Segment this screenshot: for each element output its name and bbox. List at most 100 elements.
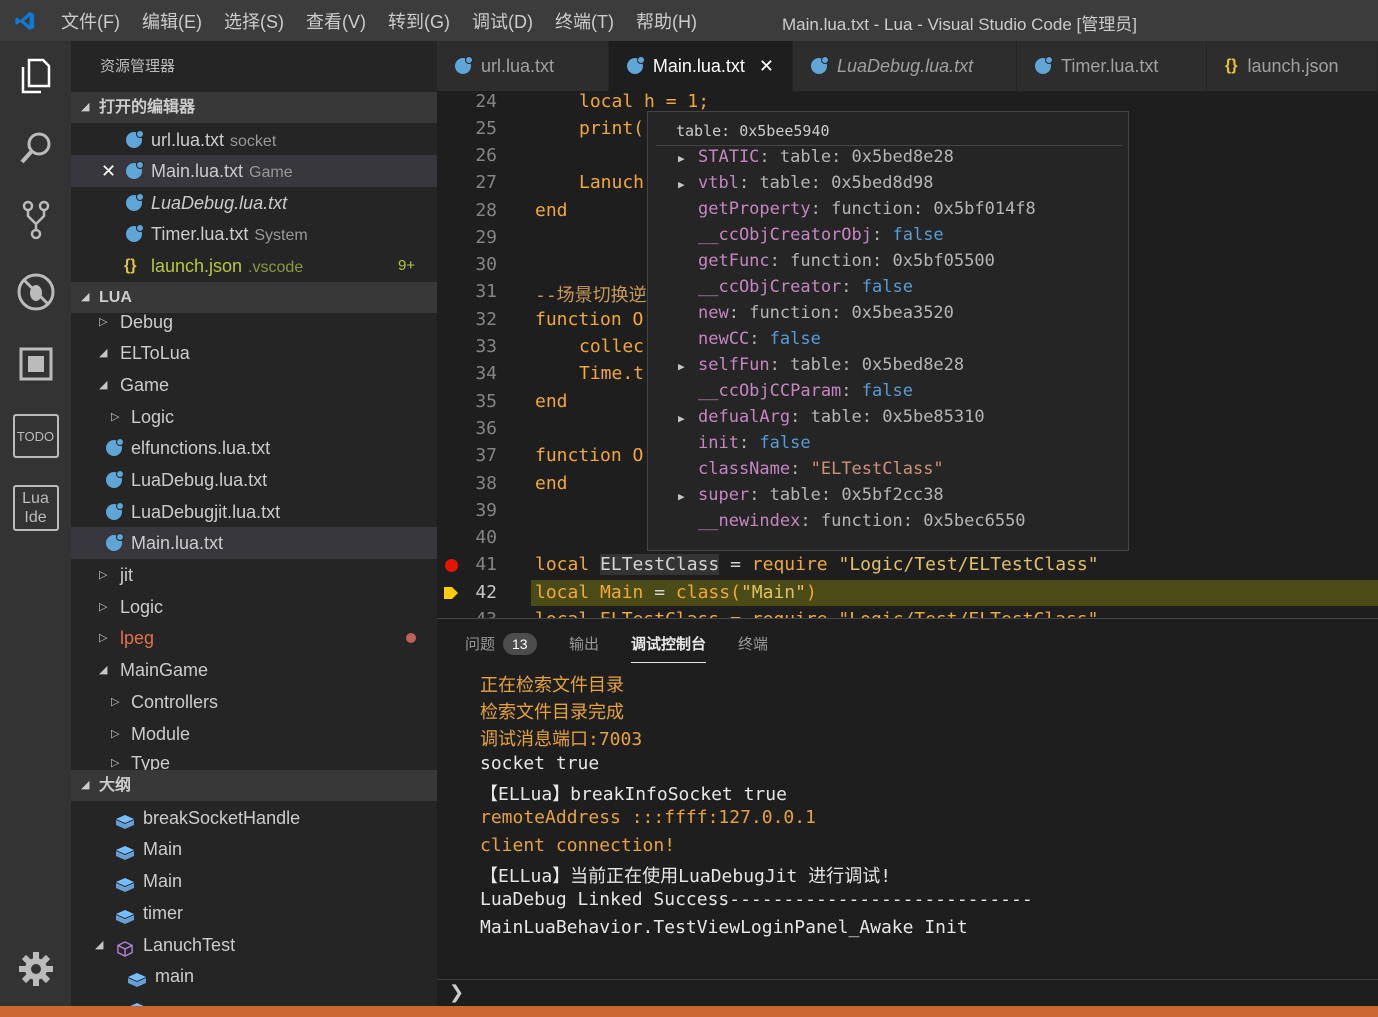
- menu-help[interactable]: 帮助(H): [625, 8, 708, 34]
- code-line-32: function O: [535, 309, 644, 330]
- tree-folder-maingame[interactable]: ◢ MainGame: [71, 654, 437, 686]
- hover-property[interactable]: STATIC: table: 0x5bed8e28: [698, 147, 954, 167]
- debug-icon[interactable]: [0, 257, 71, 327]
- chevron-down-icon: ◢: [99, 379, 108, 391]
- tab-terminal[interactable]: 终端: [738, 633, 768, 654]
- extensions-icon[interactable]: [0, 329, 71, 399]
- outline-item[interactable]: Main: [71, 833, 437, 865]
- tree-folder-logic[interactable]: ▷ Logic: [71, 401, 437, 433]
- lua-ide-icon[interactable]: Lua Ide: [0, 473, 71, 543]
- outline-item[interactable]: ◢ LanuchTest: [71, 929, 437, 961]
- open-editor-item[interactable]: url.lua.txt socket: [71, 124, 437, 156]
- explorer-icon[interactable]: [0, 41, 71, 111]
- tab-luadebug-lua[interactable]: LuaDebug.lua.txt: [793, 41, 1017, 91]
- property-value: table: 0x5bed8e28: [790, 355, 965, 375]
- separator: :: [790, 407, 811, 427]
- chevron-right-icon: ▷: [99, 601, 108, 613]
- tree-folder-controllers[interactable]: ▷ Controllers: [71, 686, 437, 718]
- menu-terminal[interactable]: 终端(T): [544, 8, 625, 34]
- open-editor-item[interactable]: Timer.lua.txt System: [71, 218, 437, 250]
- settings-gear-icon[interactable]: [0, 934, 71, 1004]
- open-editors-header[interactable]: ◢ 打开的编辑器: [71, 92, 437, 123]
- tree-file[interactable]: elfunctions.lua.txt: [71, 432, 437, 464]
- open-editor-item[interactable]: {} launch.json .vscode 9+: [71, 250, 437, 282]
- tree-folder-type[interactable]: ▷ Type: [71, 747, 437, 771]
- property-key: getProperty: [698, 199, 811, 219]
- tree-folder-debug[interactable]: ▷ Debug: [71, 306, 437, 338]
- folder-label: jit: [120, 565, 133, 585]
- search-icon[interactable]: [0, 113, 71, 183]
- menu-view[interactable]: 查看(V): [295, 8, 377, 34]
- source-control-icon[interactable]: [0, 185, 71, 255]
- separator: :: [800, 511, 821, 531]
- tab-problems[interactable]: 问题 13: [465, 633, 537, 655]
- menu-file[interactable]: 文件(F): [50, 8, 131, 34]
- debug-console-input[interactable]: ❯: [437, 979, 1378, 1007]
- tab-url-lua[interactable]: url.lua.txt: [437, 41, 609, 91]
- hover-property[interactable]: super: table: 0x5bf2cc38: [698, 485, 944, 505]
- expand-arrow-icon[interactable]: ▶: [678, 360, 685, 373]
- tree-folder-module[interactable]: ▷ Module: [71, 718, 437, 750]
- tree-folder-lpeg[interactable]: ▷ lpeg: [71, 622, 437, 654]
- modified-dot-icon: [406, 633, 416, 643]
- tree-file[interactable]: LuaDebugjit.lua.txt: [71, 496, 437, 528]
- expand-arrow-icon[interactable]: ▶: [678, 490, 685, 503]
- tree-folder-game[interactable]: ◢ Game: [71, 369, 437, 401]
- code-line-42: local Main = class("Main"): [535, 582, 817, 603]
- hover-property[interactable]: init: false: [698, 433, 811, 453]
- line-number: 26: [475, 145, 497, 166]
- hover-property[interactable]: new: function: 0x5bea3520: [698, 303, 954, 323]
- tree-folder-jit[interactable]: ▷ jit: [71, 559, 437, 591]
- hover-property[interactable]: __ccObjCCParam: false: [698, 381, 913, 401]
- tab-output[interactable]: 输出: [569, 633, 599, 654]
- menu-bar: 文件(F) 编辑(E) 选择(S) 查看(V) 转到(G) 调试(D) 终端(T…: [50, 0, 708, 41]
- expand-arrow-icon[interactable]: ▶: [678, 412, 685, 425]
- hover-property[interactable]: __ccObjCreator: false: [698, 277, 913, 297]
- tree-folder-logic-2[interactable]: ▷ Logic: [71, 591, 437, 623]
- hover-property[interactable]: getFunc: function: 0x5bf05500: [698, 251, 995, 271]
- todo-icon[interactable]: TODO: [0, 401, 71, 471]
- tab-launch-json[interactable]: {} launch.json: [1207, 41, 1378, 91]
- menu-debug[interactable]: 调试(D): [461, 8, 544, 34]
- hover-property[interactable]: getProperty: function: 0x5bf014f8: [698, 199, 1036, 219]
- outline-item[interactable]: timer: [71, 897, 437, 929]
- open-editor-item[interactable]: LuaDebug.lua.txt: [71, 187, 437, 219]
- open-editor-item[interactable]: ✕ Main.lua.txt Game: [71, 155, 437, 187]
- close-tab-icon[interactable]: ✕: [759, 56, 774, 77]
- menu-edit[interactable]: 编辑(E): [131, 8, 213, 34]
- hover-property[interactable]: className: "ELTestClass": [698, 459, 944, 479]
- hover-property[interactable]: defualArg: table: 0x5be85310: [698, 407, 985, 427]
- outline-item[interactable]: breakSocketHandle: [71, 802, 437, 834]
- menu-go[interactable]: 转到(G): [377, 8, 461, 34]
- file-name: launch.json: [151, 256, 243, 276]
- code-line-41: local ELTestClass = require "Logic/Test/…: [535, 554, 1099, 575]
- close-icon[interactable]: ✕: [101, 155, 116, 187]
- outline-item[interactable]: [71, 992, 437, 1006]
- hover-property[interactable]: newCC: false: [698, 329, 821, 349]
- tree-folder-eltolua[interactable]: ◢ ELToLua: [71, 337, 437, 369]
- lua-file-icon: [126, 130, 144, 148]
- file-label: LuaDebugjit.lua.txt: [131, 502, 281, 522]
- hover-property[interactable]: __ccObjCreatorObj: false: [698, 225, 944, 245]
- hover-property[interactable]: __newindex: function: 0x5bec6550: [698, 511, 1026, 531]
- expand-arrow-icon[interactable]: ▶: [678, 178, 685, 191]
- tree-file-selected[interactable]: Main.lua.txt: [71, 527, 437, 559]
- outline-item[interactable]: main: [71, 960, 437, 992]
- property-value: false: [861, 277, 913, 297]
- debug-hover-widget[interactable]: table: 0x5bee5940 ▶ STATIC: table: 0x5bed…: [647, 111, 1129, 551]
- outline-header[interactable]: ◢ 大纲: [71, 770, 437, 801]
- tab-debug-console[interactable]: 调试控制台: [631, 633, 707, 663]
- hover-property[interactable]: vtbl: table: 0x5bed8d98: [698, 173, 933, 193]
- tab-main-lua[interactable]: Main.lua.txt ✕: [609, 41, 793, 91]
- outline-label: breakSocketHandle: [143, 808, 301, 828]
- tab-timer-lua[interactable]: Timer.lua.txt: [1017, 41, 1207, 91]
- file-desc: .vscode: [248, 259, 304, 276]
- line-number: 32: [475, 309, 497, 330]
- tree-file[interactable]: LuaDebug.lua.txt: [71, 464, 437, 496]
- outline-item[interactable]: Main: [71, 865, 437, 897]
- menu-selection[interactable]: 选择(S): [213, 8, 295, 34]
- expand-arrow-icon[interactable]: ▶: [678, 152, 685, 165]
- file-label: LuaDebug.lua.txt: [131, 470, 268, 490]
- prompt-chevron-icon: ❯: [449, 982, 465, 1002]
- hover-property[interactable]: selfFun: table: 0x5bed8e28: [698, 355, 964, 375]
